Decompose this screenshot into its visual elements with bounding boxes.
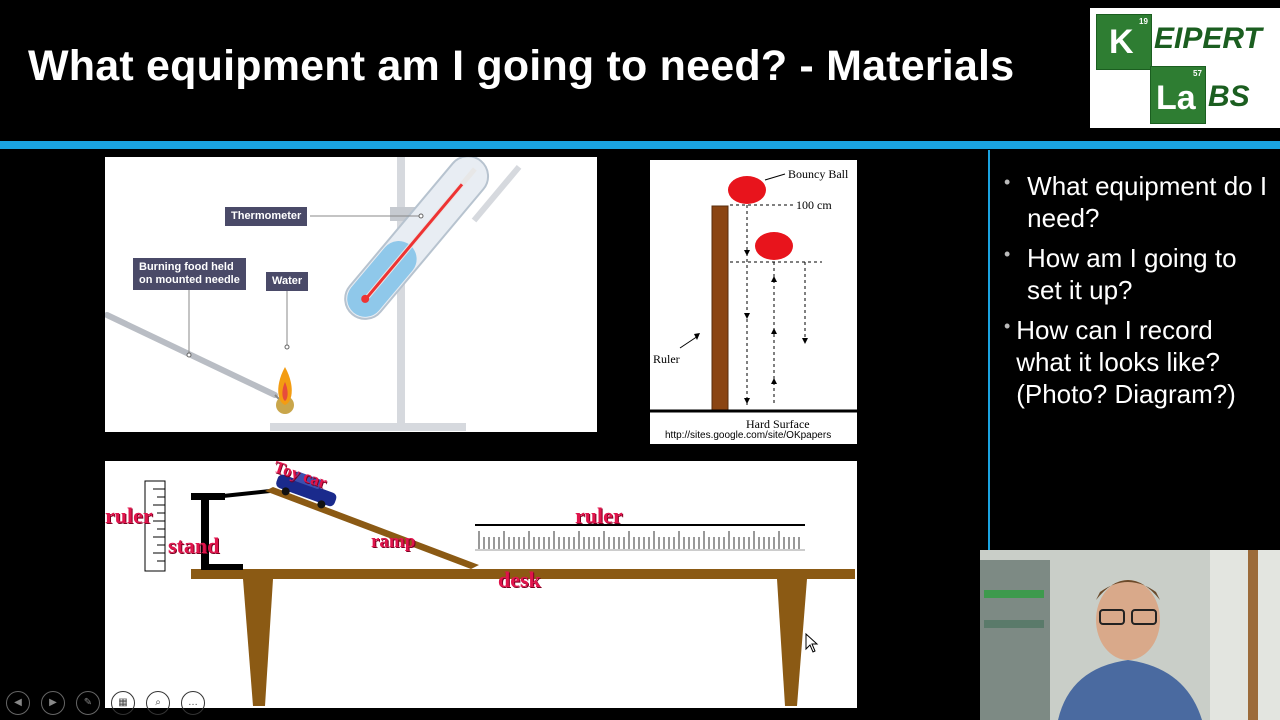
stand-label: stand [168, 533, 220, 558]
more-options-button[interactable]: … [181, 691, 205, 715]
previous-slide-button[interactable]: ◀ [6, 691, 30, 715]
logo-tile-k: 19 K [1096, 14, 1152, 70]
pen-tool-button[interactable]: ✎ [76, 691, 100, 715]
list-item: • How am I going to set it up? [1004, 243, 1237, 305]
question-list: • What equipment do I need? • How am I g… [1004, 170, 1274, 418]
list-item: • What equipment do I need? [1004, 171, 1268, 233]
ruler-label: Ruler [653, 352, 680, 366]
mouse-cursor-icon [805, 633, 819, 653]
bullet-dot-icon: • [1004, 172, 1011, 192]
keipert-labs-logo: 19 K EIPERT 57 La BS [1090, 8, 1280, 128]
bullet-dot-icon: • [1004, 316, 1011, 336]
ramp-drawing [144, 471, 855, 706]
zoom-button[interactable]: ⌕ [146, 691, 170, 715]
slides-grid-button[interactable]: ▦ [111, 691, 135, 715]
vertical-ruler-label: ruler [105, 503, 153, 528]
calorimeter-diagram: Thermometer Burning food held on mounted… [105, 157, 597, 432]
height-label: 100 cm [796, 198, 832, 212]
next-slide-button[interactable]: ▶ [41, 691, 65, 715]
presenter-webcam [980, 550, 1280, 720]
source-url: http://sites.google.com/site/OKpapers [665, 430, 832, 441]
ramp-diagram: ruler stand Toy car ramp ruler desk [105, 457, 857, 708]
desk-label: desk [498, 567, 541, 592]
bullet-dot-icon: • [1004, 244, 1011, 264]
thermometer-label: Thermometer [225, 207, 308, 226]
calorimeter-drawing [105, 157, 522, 431]
list-item: • How can I record what it looks like? (… [1004, 315, 1236, 409]
bouncy-ball-label: Bouncy Ball [788, 167, 849, 181]
column-divider [988, 150, 990, 550]
title-divider [0, 141, 1280, 149]
logo-tile-la: 57 La [1150, 66, 1206, 124]
presenter-video [980, 550, 1280, 720]
logo-text-bs: BS [1208, 80, 1250, 113]
water-label: Water [266, 272, 309, 291]
bouncy-ball-diagram: Bouncy Ball 100 cm Ruler Hard Surface ht… [650, 160, 857, 444]
logo-text-eipert: EIPERT [1154, 22, 1262, 55]
horizontal-ruler-label: ruler [575, 503, 623, 528]
ramp-label: ramp [371, 531, 416, 552]
burning-food-label: Burning food held on mounted needle [133, 258, 246, 290]
slide-title: What equipment am I going to need? - Mat… [28, 42, 1015, 90]
